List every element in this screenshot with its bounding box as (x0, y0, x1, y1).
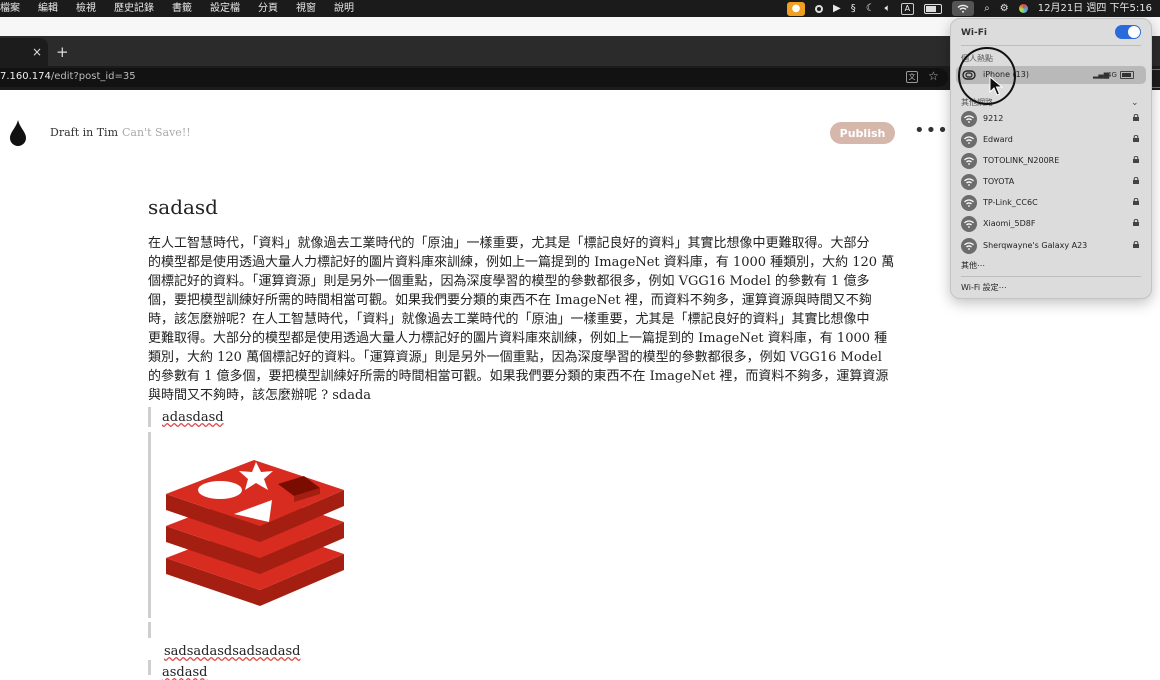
bookmark-star-icon[interactable]: ☆ (928, 69, 939, 83)
status-area: ● ▶ § ☾ 🔈︎ A ⌕ ⚙︎ 12月21日 週四 下午5:16 (777, 0, 1152, 17)
paragraph-line: 更難取得。大部分的模型都是使用透過大量人力標記好的圖片資料庫來訓練，例如上一篇提… (148, 331, 888, 346)
network-item[interactable]: TP-Link_CC6C (961, 194, 1141, 212)
network-type: 4G (1107, 71, 1117, 79)
play-icon[interactable]: ▶ (833, 0, 841, 17)
lock-icon (1133, 114, 1139, 121)
paragraph-line: 類別，大約 120 萬個標記好的資料。「運算資源」則是另外一個重點，因為深度學習… (148, 350, 882, 365)
control-center-icon[interactable]: ⚙︎ (1000, 0, 1009, 17)
lock-icon (1133, 135, 1139, 142)
app-menus: 檔案 編輯 檢視 歷史記錄 書籤 設定檔 分頁 視窗 說明 (0, 0, 372, 17)
url-field[interactable] (0, 68, 948, 87)
paragraph-line: 時，該怎麼辦呢？在人工智慧時代，「資料」就像過去工業時代的「原油」一樣重要，尤其… (148, 312, 870, 327)
record-icon[interactable] (815, 0, 823, 17)
network-name: Sherqwayne's Galaxy A23 (983, 241, 1088, 250)
wifi-icon (961, 238, 977, 254)
wifi-icon (961, 111, 977, 127)
network-name: TP-Link_CC6C (983, 198, 1038, 207)
network-item[interactable]: Xiaomi_5D8F (961, 215, 1141, 233)
url-text[interactable]: 7.160.174/edit?post_id=35 (0, 71, 136, 82)
wifi-title: Wi-Fi (961, 28, 987, 38)
divider (961, 45, 1141, 46)
save-status: Can't Save!! (122, 126, 191, 139)
translate-icon[interactable]: 文 (906, 71, 918, 83)
paragraph-line: 與時間又不夠時，該怎麼辦呢 ? sdada (148, 388, 372, 403)
siri-icon[interactable] (1018, 0, 1028, 17)
chevron-down-icon[interactable]: ⌄ (1131, 98, 1139, 108)
menu-bar: 檔案 編輯 檢視 歷史記錄 書籤 設定檔 分頁 視窗 說明 ● ▶ § ☾ 🔈︎… (0, 0, 1160, 17)
menu-window[interactable]: 視窗 (296, 0, 316, 17)
new-tab-button[interactable]: + (56, 43, 69, 61)
draft-label: Draft in Tim (50, 126, 119, 139)
clock-text[interactable]: 12月21日 週四 下午5:16 (1038, 0, 1152, 17)
url-host: 7.160.174 (0, 71, 51, 82)
wifi-settings-link[interactable]: Wi-Fi 設定⋯ (961, 282, 1007, 293)
menu-edit[interactable]: 編輯 (38, 0, 58, 17)
lock-icon (1133, 241, 1139, 248)
blockquote-bar (148, 432, 151, 618)
tab-close-icon[interactable]: × (32, 45, 42, 59)
network-item[interactable]: Edward (961, 131, 1141, 149)
network-name: TOTOLINK_N200RE (983, 156, 1060, 165)
lock-icon (1133, 198, 1139, 205)
blockquote-text[interactable]: adasdasd (162, 410, 224, 425)
lock-icon (1133, 177, 1139, 184)
network-name: 9212 (983, 114, 1004, 123)
paragraph-line: 的模型都是使用透過大量人力標記好的圖片資料庫來訓練，例如上一篇提到的 Image… (148, 255, 895, 270)
network-name: Xiaomi_5D8F (983, 219, 1036, 228)
hotspot-battery-icon (1120, 71, 1134, 79)
network-item[interactable]: 9212 (961, 110, 1141, 128)
menu-bookmarks[interactable]: 書籤 (172, 0, 192, 17)
network-item[interactable]: Sherqwayne's Galaxy A23 (961, 237, 1141, 255)
blockquote-text[interactable]: sadsadasdsadsadasd (164, 644, 300, 659)
search-icon[interactable]: ⌕ (984, 0, 990, 17)
network-name: Edward (983, 135, 1013, 144)
lock-icon (1133, 219, 1139, 226)
wifi-icon (961, 153, 977, 169)
blockquote-bar (148, 660, 151, 675)
app-status-icon[interactable]: § (851, 0, 856, 17)
menu-view[interactable]: 檢視 (76, 0, 96, 17)
url-path: /edit?post_id=35 (50, 71, 136, 82)
divider (961, 276, 1141, 277)
lock-icon (1133, 156, 1139, 163)
blockquote-bar (148, 622, 151, 638)
menu-file[interactable]: 檔案 (0, 0, 20, 17)
menu-tab[interactable]: 分頁 (258, 0, 278, 17)
input-source-icon[interactable]: A (900, 2, 915, 15)
post-title[interactable]: sadasd (148, 195, 218, 219)
microphone-icon[interactable]: ● (787, 1, 805, 16)
wifi-icon (961, 195, 977, 211)
blockquote-bar (148, 407, 151, 427)
volume-icon[interactable]: 🔈︎ (885, 0, 891, 17)
blockquote-text[interactable]: asdasd (162, 665, 208, 680)
wifi-toggle[interactable] (1115, 25, 1141, 39)
mouse-cursor-icon (989, 76, 1003, 96)
menu-history[interactable]: 歷史記錄 (114, 0, 154, 17)
cursor-highlight-ring (958, 47, 1016, 105)
paragraph-line: 的參數有 1 億多個，要把模型訓練好所需的時間相當可觀。如果我們要分類的東西不在… (148, 369, 889, 384)
wifi-icon (961, 216, 977, 232)
redis-logo-image[interactable] (164, 448, 346, 606)
menu-profiles[interactable]: 設定檔 (210, 0, 240, 17)
network-item[interactable]: TOYOTA (961, 173, 1141, 191)
post-paragraph[interactable]: 在人工智慧時代，「資料」就像過去工業時代的「原油」一樣重要，尤其是「標記良好的資… (148, 234, 898, 405)
other-networks-link[interactable]: 其他⋯ (961, 260, 985, 271)
battery-icon[interactable] (924, 0, 943, 17)
paragraph-line: 個，要把模型訓練好所需的時間相當可觀。如果我們要分類的東西不在 ImageNet… (148, 293, 872, 308)
ink-drop-logo-icon[interactable] (10, 120, 26, 146)
network-item[interactable]: TOTOLINK_N200RE (961, 152, 1141, 170)
wifi-menu-icon[interactable] (952, 1, 975, 16)
network-name: TOYOTA (983, 177, 1015, 186)
paragraph-line: 在人工智慧時代，「資料」就像過去工業時代的「原油」一樣重要，尤其是「標記良好的資… (148, 236, 870, 251)
wifi-icon (961, 132, 977, 148)
more-options-icon[interactable]: ••• (914, 122, 949, 140)
menu-help[interactable]: 說明 (334, 0, 354, 17)
paragraph-line: 個標記好的資料。「運算資源」則是另外一個重點，因為深度學習的模型的參數都很多，例… (148, 274, 870, 289)
moon-icon[interactable]: ☾ (866, 0, 875, 17)
wifi-icon (961, 174, 977, 190)
publish-button[interactable]: Publish (830, 122, 895, 144)
